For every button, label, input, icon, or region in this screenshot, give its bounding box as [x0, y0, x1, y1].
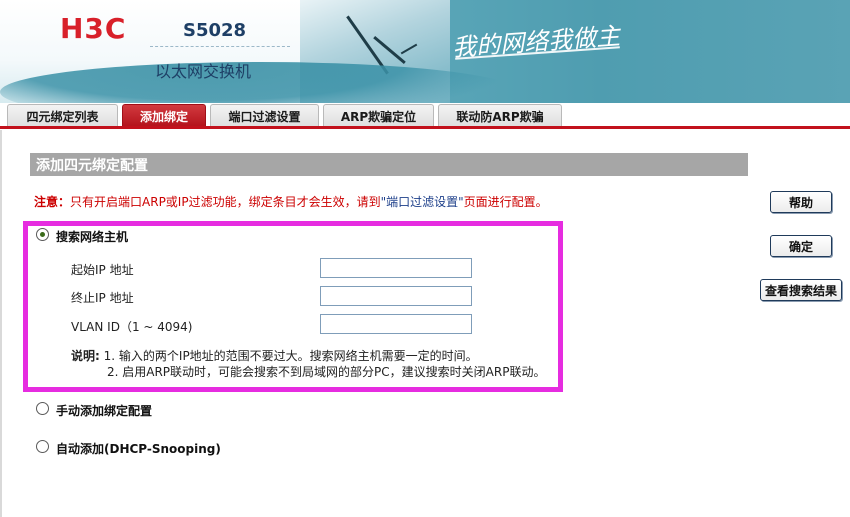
view-results-button[interactable]: 查看搜索结果 — [760, 279, 842, 301]
device-subtitle: 以太网交换机 — [155, 62, 252, 81]
notice-label: 注意： — [34, 195, 71, 209]
left-border — [0, 130, 2, 517]
search-host-label: 搜索网络主机 — [56, 230, 129, 244]
tab-arp-locate[interactable]: ARP欺骗定位 — [323, 104, 434, 127]
auto-add-label: 自动添加(DHCP-Snooping) — [56, 442, 221, 456]
tab-add-binding[interactable]: 添加绑定 — [122, 104, 206, 127]
tab-arp-linkage[interactable]: 联动防ARP欺骗 — [438, 104, 562, 127]
ok-button[interactable]: 确定 — [770, 235, 832, 257]
description-label: 说明: — [71, 349, 100, 363]
header-divider — [150, 46, 290, 47]
search-host-radio[interactable] — [36, 228, 49, 241]
section-title: 添加四元绑定配置 — [30, 153, 748, 176]
tab-port-filter[interactable]: 端口过滤设置 — [210, 104, 319, 127]
end-ip-input[interactable] — [320, 286, 472, 306]
description-line-2: 2. 启用ARP联动时，可能会搜索不到局域网的部分PC，建议搜索时关闭ARP联动… — [107, 365, 546, 379]
port-filter-link[interactable]: "端口过滤设置" — [381, 195, 464, 209]
brand-logo: H3C — [60, 12, 127, 45]
notice: 注意：只有开启端口ARP或IP过滤功能，绑定条目才会生效，请到"端口过滤设置"页… — [34, 193, 548, 210]
vlan-id-label: VLAN ID（1 ~ 4094) — [71, 320, 193, 334]
device-model: S5028 — [183, 20, 247, 41]
manual-add-label: 手动添加绑定配置 — [56, 404, 153, 418]
header-banner: H3C S5028 以太网交换机 我的网络我做主 — [0, 0, 850, 103]
help-button[interactable]: 帮助 — [770, 191, 832, 213]
tab-binding-list[interactable]: 四元绑定列表 — [7, 104, 118, 127]
notice-text-end: 页面进行配置。 — [463, 195, 548, 209]
start-ip-input[interactable] — [320, 258, 472, 278]
description-line-1: 说明: 1. 输入的两个IP地址的范围不要过大。搜索网络主机需要一定的时间。 — [71, 347, 478, 364]
notice-text: 只有开启端口ARP或IP过滤功能，绑定条目才会生效，请到 — [70, 195, 381, 209]
description-text-1: 1. 输入的两个IP地址的范围不要过大。搜索网络主机需要一定的时间。 — [103, 349, 478, 363]
vlan-id-input[interactable] — [320, 314, 472, 334]
auto-add-radio[interactable] — [36, 440, 49, 453]
tab-bar: 四元绑定列表 添加绑定 端口过滤设置 ARP欺骗定位 联动防ARP欺骗 — [0, 103, 850, 130]
tab-underline — [0, 126, 850, 129]
end-ip-label: 终止IP 地址 — [71, 291, 134, 305]
start-ip-label: 起始IP 地址 — [71, 263, 134, 277]
manual-add-radio[interactable] — [36, 402, 49, 415]
